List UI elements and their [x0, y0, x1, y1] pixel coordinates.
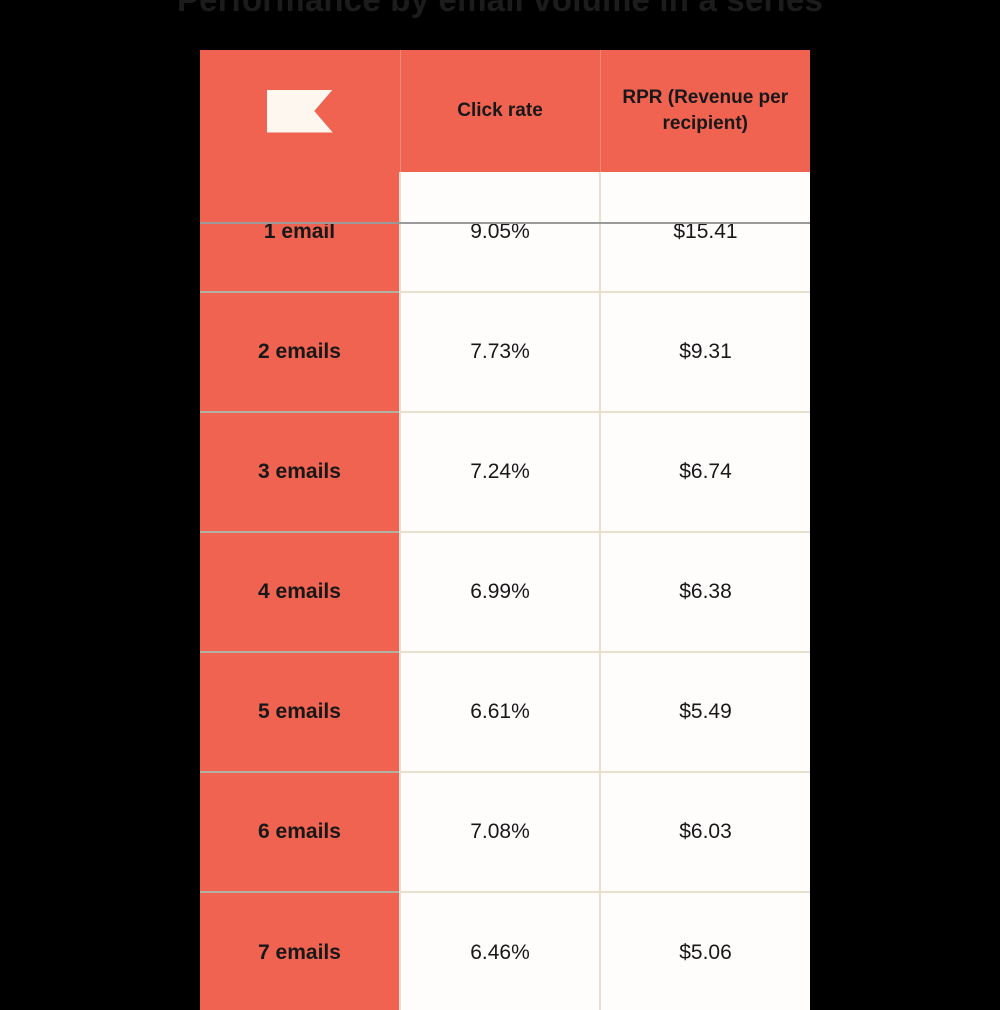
cell-click-rate: 6.99%: [399, 531, 600, 652]
cell-rpr: $15.41: [599, 172, 810, 292]
cell-rpr: $5.06: [599, 891, 810, 1010]
row-label: 3 emails: [200, 411, 400, 532]
flag-icon: [266, 89, 333, 133]
row-label: 1 email: [200, 172, 400, 292]
row-label: 6 emails: [200, 771, 400, 892]
cell-rpr: $6.03: [599, 771, 810, 892]
table-header-icon-cell: [200, 50, 400, 172]
cell-rpr: $6.74: [599, 411, 810, 532]
table-row: 1 email 9.05% $15.41: [200, 172, 810, 292]
cell-click-rate: 7.73%: [399, 291, 600, 412]
cell-click-rate: 6.61%: [399, 651, 600, 772]
cell-click-rate: 7.24%: [399, 411, 600, 532]
column-header-click-rate: Click rate: [399, 50, 600, 172]
cell-click-rate: 6.46%: [399, 891, 600, 1010]
row-label: 2 emails: [200, 291, 400, 412]
performance-table-container: Click rate RPR (Revenue per recipient) 1…: [200, 50, 810, 1010]
table-row: 7 emails 6.46% $5.06: [200, 891, 810, 1010]
table-header-row: Click rate RPR (Revenue per recipient): [200, 50, 810, 172]
table-row: 3 emails 7.24% $6.74: [200, 411, 810, 532]
cell-click-rate: 7.08%: [399, 771, 600, 892]
page-title-text: Performance by email volume in a series: [177, 0, 823, 22]
row-label: 5 emails: [200, 651, 400, 772]
table-row: 6 emails 7.08% $6.03: [200, 771, 810, 892]
page-title: Performance by email volume in a series: [0, 0, 1000, 22]
column-header-rpr: RPR (Revenue per recipient): [599, 50, 810, 172]
table-body: 1 email 9.05% $15.41 2 emails 7.73% $9.31 3 em…: [200, 172, 810, 1010]
table-row: 2 emails 7.73% $9.31: [200, 291, 810, 412]
cell-click-rate: 9.05%: [399, 172, 600, 292]
table-header: Click rate RPR (Revenue per recipient): [200, 50, 810, 172]
table-row: 5 emails 6.61% $5.49: [200, 651, 810, 772]
cell-rpr: $5.49: [599, 651, 810, 772]
cell-rpr: $9.31: [599, 291, 810, 412]
table-row: 4 emails 6.99% $6.38: [200, 531, 810, 652]
row-label: 4 emails: [200, 531, 400, 652]
cell-rpr: $6.38: [599, 531, 810, 652]
row-label: 7 emails: [200, 891, 400, 1010]
performance-table: Click rate RPR (Revenue per recipient) 1…: [200, 50, 810, 1010]
